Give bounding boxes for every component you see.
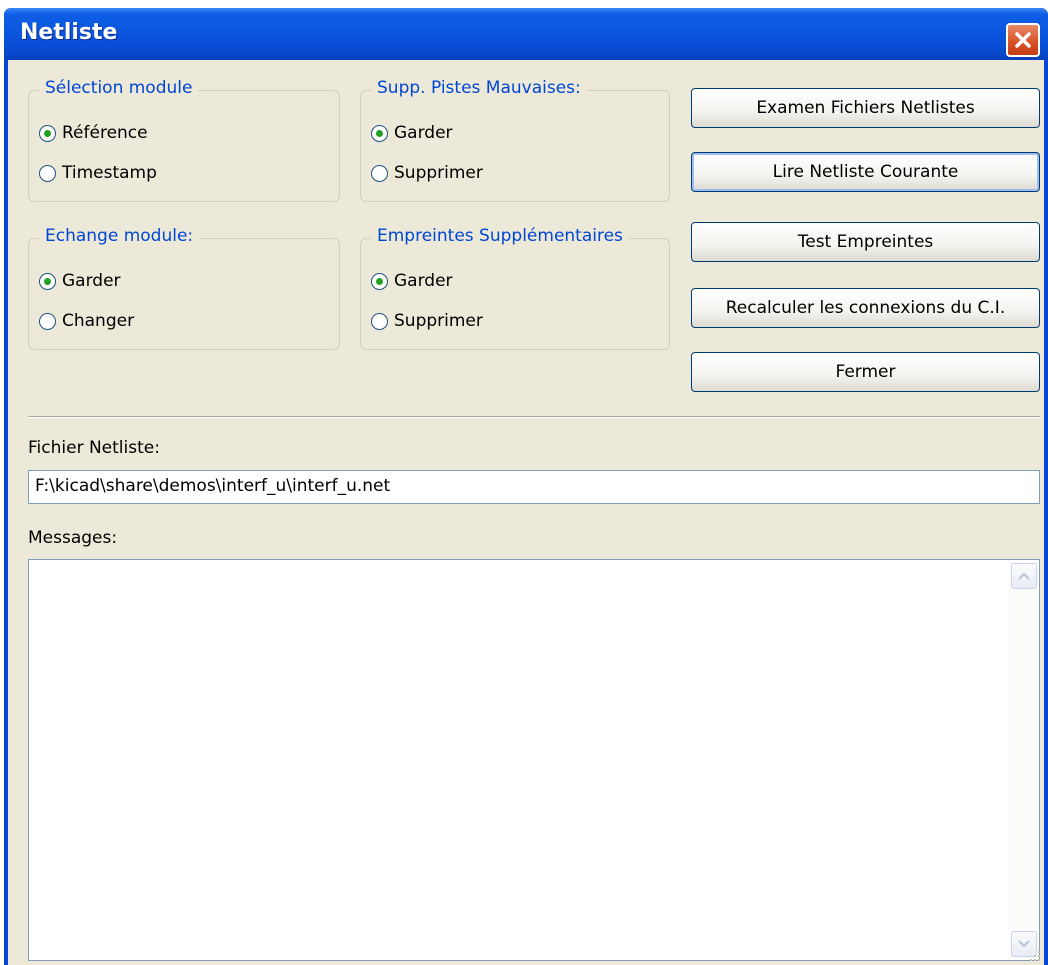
radio-echange-changer[interactable]: Changer: [39, 311, 134, 331]
radio-label: Supprimer: [394, 311, 483, 331]
echange-module-legend: Echange module:: [39, 226, 200, 246]
radio-unselected-icon[interactable]: [39, 164, 56, 182]
lire-netliste-button[interactable]: Lire Netliste Courante: [691, 152, 1040, 192]
radio-selected-icon[interactable]: [39, 124, 56, 142]
selection-module-legend: Sélection module: [39, 78, 199, 98]
radio-label: Garder: [394, 271, 453, 291]
selection-module-group: Sélection module Référence Timestamp: [28, 78, 340, 202]
radio-echange-garder[interactable]: Garder: [39, 271, 121, 291]
test-empreintes-button[interactable]: Test Empreintes: [691, 222, 1040, 262]
radio-label: Référence: [62, 123, 148, 143]
radio-timestamp[interactable]: Timestamp: [39, 163, 157, 183]
close-button[interactable]: [1006, 23, 1040, 57]
radio-reference[interactable]: Référence: [39, 123, 148, 143]
radio-label: Garder: [394, 123, 453, 143]
netlist-file-label: Fichier Netliste:: [28, 438, 160, 458]
scroll-up-button[interactable]: [1011, 563, 1037, 589]
empreintes-supp-legend: Empreintes Supplémentaires: [371, 226, 629, 246]
window-title: Netliste: [20, 20, 118, 45]
messages-scrollbar[interactable]: [1009, 561, 1038, 959]
radio-unselected-icon[interactable]: [39, 312, 56, 330]
empreintes-supp-group: Empreintes Supplémentaires Garder Suppri…: [360, 226, 670, 350]
title-bar[interactable]: Netliste: [4, 8, 1048, 60]
radio-label: Changer: [62, 311, 135, 331]
netliste-dialog: Netliste Sélection module Référence Time…: [4, 8, 1048, 965]
supp-pistes-group: Supp. Pistes Mauvaises: Garder Supprimer: [360, 78, 670, 202]
separator: [28, 416, 1040, 418]
radio-empreintes-supprimer[interactable]: Supprimer: [371, 311, 483, 331]
radio-selected-icon[interactable]: [371, 124, 388, 142]
chevron-up-icon: [1018, 572, 1030, 580]
recalculer-connexions-button[interactable]: Recalculer les connexions du C.I.: [691, 288, 1040, 328]
supp-pistes-legend: Supp. Pistes Mauvaises:: [371, 78, 587, 98]
messages-label: Messages:: [28, 528, 118, 548]
radio-selected-icon[interactable]: [39, 272, 56, 290]
radio-unselected-icon[interactable]: [371, 312, 388, 330]
radio-supp-pistes-garder[interactable]: Garder: [371, 123, 453, 143]
radio-label: Supprimer: [394, 163, 483, 183]
chevron-down-icon: [1018, 940, 1030, 948]
radio-label: Timestamp: [62, 163, 157, 183]
messages-textarea[interactable]: [28, 559, 1040, 961]
close-icon: [1015, 32, 1031, 48]
radio-selected-icon[interactable]: [371, 272, 388, 290]
desktop-background: [0, 0, 1048, 8]
resize-grip-icon[interactable]: [1028, 949, 1042, 963]
fermer-button[interactable]: Fermer: [691, 352, 1040, 392]
radio-empreintes-garder[interactable]: Garder: [371, 271, 453, 291]
dialog-client-area: Sélection module Référence Timestamp Sup…: [8, 60, 1044, 965]
radio-label: Garder: [62, 271, 121, 291]
netlist-file-input[interactable]: F:\kicad\share\demos\interf_u\interf_u.n…: [28, 470, 1040, 504]
radio-unselected-icon[interactable]: [371, 164, 388, 182]
echange-module-group: Echange module: Garder Changer: [28, 226, 340, 350]
examen-fichiers-button[interactable]: Examen Fichiers Netlistes: [691, 88, 1040, 128]
radio-supp-pistes-supprimer[interactable]: Supprimer: [371, 163, 483, 183]
